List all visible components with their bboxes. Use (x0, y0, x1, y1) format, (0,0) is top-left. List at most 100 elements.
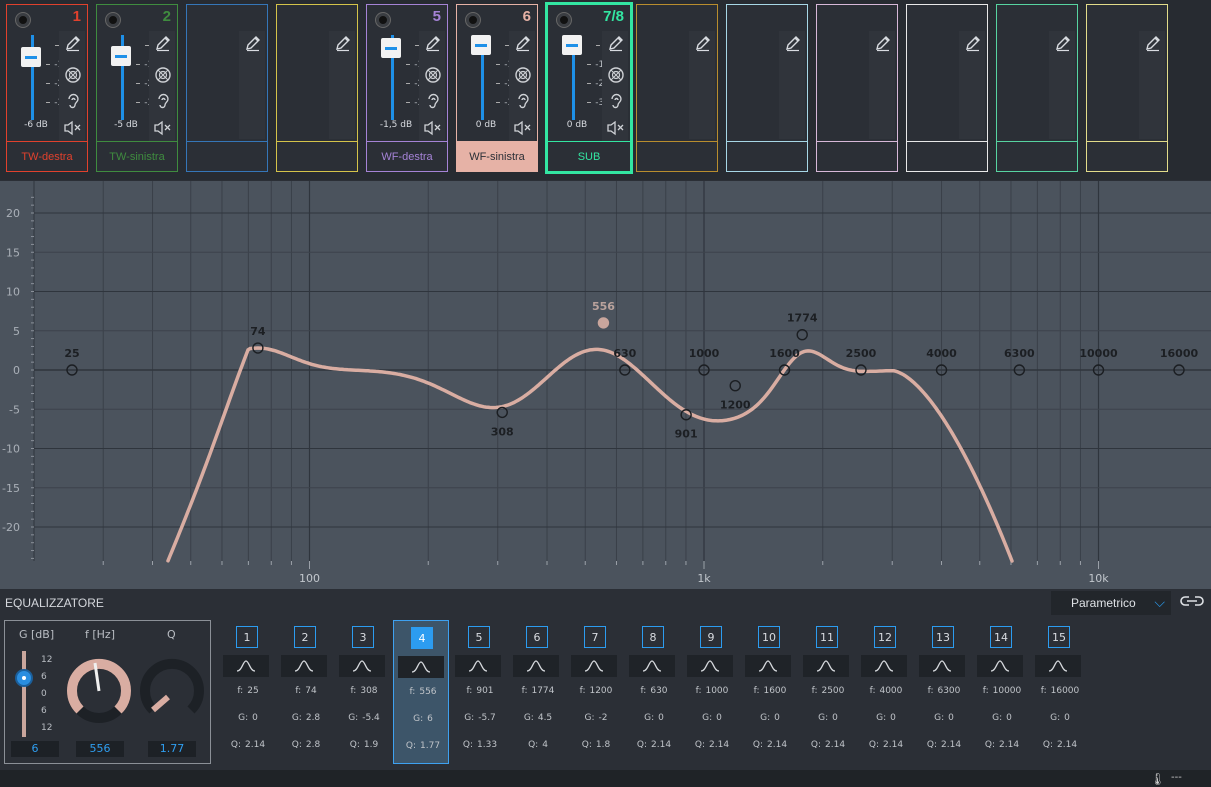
pencil-icon[interactable] (1143, 33, 1163, 53)
gain-slider-track[interactable] (22, 651, 26, 737)
band-number-button[interactable]: 1 (236, 626, 258, 648)
channel-select-knob[interactable] (466, 13, 480, 27)
ear-icon[interactable] (63, 91, 83, 111)
channel-12[interactable] (996, 4, 1078, 172)
volume-fader-knob[interactable] (21, 46, 41, 67)
ear-icon[interactable] (153, 91, 173, 111)
channel-3[interactable] (186, 4, 268, 172)
ear-icon[interactable] (513, 91, 533, 111)
channel-6[interactable]: 60-12-24-360 dB WF-sinistra (456, 4, 538, 172)
mute-speaker-icon[interactable] (606, 118, 626, 138)
pencil-icon[interactable] (243, 33, 263, 53)
channel-4[interactable] (276, 4, 358, 172)
band-number-button[interactable]: 15 (1048, 626, 1070, 648)
pencil-icon[interactable] (423, 33, 443, 53)
peak-filter-icon[interactable] (745, 655, 791, 677)
band-number-button[interactable]: 8 (642, 626, 664, 648)
pencil-icon[interactable] (63, 33, 83, 53)
phase-icon[interactable] (513, 65, 533, 85)
peak-filter-icon[interactable] (398, 656, 444, 678)
channel-name[interactable]: TW-sinistra (97, 141, 177, 171)
band-number-button[interactable]: 2 (294, 626, 316, 648)
channel-11[interactable] (906, 4, 988, 172)
eq-band-4[interactable]: 4 f: 556 G: 6 Q: 1.77 (393, 620, 449, 764)
volume-fader-knob[interactable] (111, 46, 131, 67)
peak-filter-icon[interactable] (629, 655, 675, 677)
eq-band-11[interactable]: 11 f: 2500 G: 0 Q: 2.14 (799, 620, 855, 764)
channel-8[interactable] (636, 4, 718, 172)
mute-speaker-icon[interactable] (513, 118, 533, 138)
channel-13[interactable] (1086, 4, 1168, 172)
ear-icon[interactable] (423, 91, 443, 111)
channel-name[interactable] (1087, 141, 1167, 171)
link-icon[interactable] (1180, 593, 1208, 613)
freq-value[interactable]: 556 (76, 741, 124, 757)
pencil-icon[interactable] (606, 33, 626, 53)
pencil-icon[interactable] (693, 33, 713, 53)
channel-name[interactable]: SUB (548, 141, 630, 171)
channel-name[interactable] (727, 141, 807, 171)
eq-band-3[interactable]: 3 f: 308 G: -5.4 Q: 1.9 (335, 620, 391, 764)
gain-value[interactable]: 6 (11, 741, 59, 757)
pencil-icon[interactable] (513, 33, 533, 53)
channel-name[interactable] (277, 141, 357, 171)
peak-filter-icon[interactable] (861, 655, 907, 677)
band-number-button[interactable]: 11 (816, 626, 838, 648)
peak-filter-icon[interactable] (513, 655, 559, 677)
channel-name[interactable] (997, 141, 1077, 171)
peak-filter-icon[interactable] (455, 655, 501, 677)
band-number-button[interactable]: 14 (990, 626, 1012, 648)
pencil-icon[interactable] (333, 33, 353, 53)
phase-icon[interactable] (423, 65, 443, 85)
channel-7[interactable]: 7/80-12-24-360 dB SUB (545, 2, 633, 174)
gain-slider-knob[interactable] (15, 669, 33, 687)
phase-icon[interactable] (153, 65, 173, 85)
channel-name[interactable]: WF-sinistra (457, 141, 537, 171)
q-value[interactable]: 1.77 (148, 741, 196, 757)
eq-band-2[interactable]: 2 f: 74 G: 2.8 Q: 2.8 (277, 620, 333, 764)
channel-name[interactable] (637, 141, 717, 171)
eq-mode-select[interactable]: Parametrico ⌵ (1051, 591, 1171, 615)
channel-1[interactable]: 10-12-24-36-6 dB TW-destra (6, 4, 88, 172)
volume-fader-knob[interactable] (562, 35, 582, 55)
channel-5[interactable]: 50-12-24-36-1,5 dB WF-destra (366, 4, 448, 172)
pencil-icon[interactable] (963, 33, 983, 53)
phase-icon[interactable] (63, 65, 83, 85)
channel-2[interactable]: 20-12-24-36-5 dB TW-sinistra (96, 4, 178, 172)
channel-name[interactable] (187, 141, 267, 171)
channel-select-knob[interactable] (16, 13, 30, 27)
channel-10[interactable] (816, 4, 898, 172)
peak-filter-icon[interactable] (977, 655, 1023, 677)
band-number-button[interactable]: 9 (700, 626, 722, 648)
band-number-button[interactable]: 6 (526, 626, 548, 648)
mute-speaker-icon[interactable] (63, 118, 83, 138)
peak-filter-icon[interactable] (281, 655, 327, 677)
eq-band-7[interactable]: 7 f: 1200 G: -2 Q: 1.8 (567, 620, 623, 764)
band-number-button[interactable]: 10 (758, 626, 780, 648)
freq-knob[interactable] (65, 657, 133, 725)
peak-filter-icon[interactable] (803, 655, 849, 677)
pencil-icon[interactable] (153, 33, 173, 53)
channel-name[interactable]: TW-destra (7, 141, 87, 171)
eq-band-13[interactable]: 13 f: 6300 G: 0 Q: 2.14 (915, 620, 971, 764)
pencil-icon[interactable] (873, 33, 893, 53)
phase-icon[interactable] (606, 65, 626, 85)
band-point-1200[interactable] (729, 379, 741, 392)
peak-filter-icon[interactable] (223, 655, 269, 677)
peak-filter-icon[interactable] (339, 655, 385, 677)
band-number-button[interactable]: 12 (874, 626, 896, 648)
peak-filter-icon[interactable] (1035, 655, 1081, 677)
band-number-button[interactable]: 7 (584, 626, 606, 648)
volume-fader-knob[interactable] (381, 37, 401, 58)
channel-select-knob[interactable] (557, 13, 571, 27)
peak-filter-icon[interactable] (919, 655, 965, 677)
peak-filter-icon[interactable] (571, 655, 617, 677)
eq-band-15[interactable]: 15 f: 16000 G: 0 Q: 2.14 (1031, 620, 1087, 764)
eq-band-10[interactable]: 10 f: 1600 G: 0 Q: 2.14 (741, 620, 797, 764)
mute-speaker-icon[interactable] (423, 118, 443, 138)
q-knob[interactable] (138, 657, 206, 725)
pencil-icon[interactable] (1053, 33, 1073, 53)
pencil-icon[interactable] (783, 33, 803, 53)
channel-name[interactable] (817, 141, 897, 171)
band-number-button[interactable]: 3 (352, 626, 374, 648)
